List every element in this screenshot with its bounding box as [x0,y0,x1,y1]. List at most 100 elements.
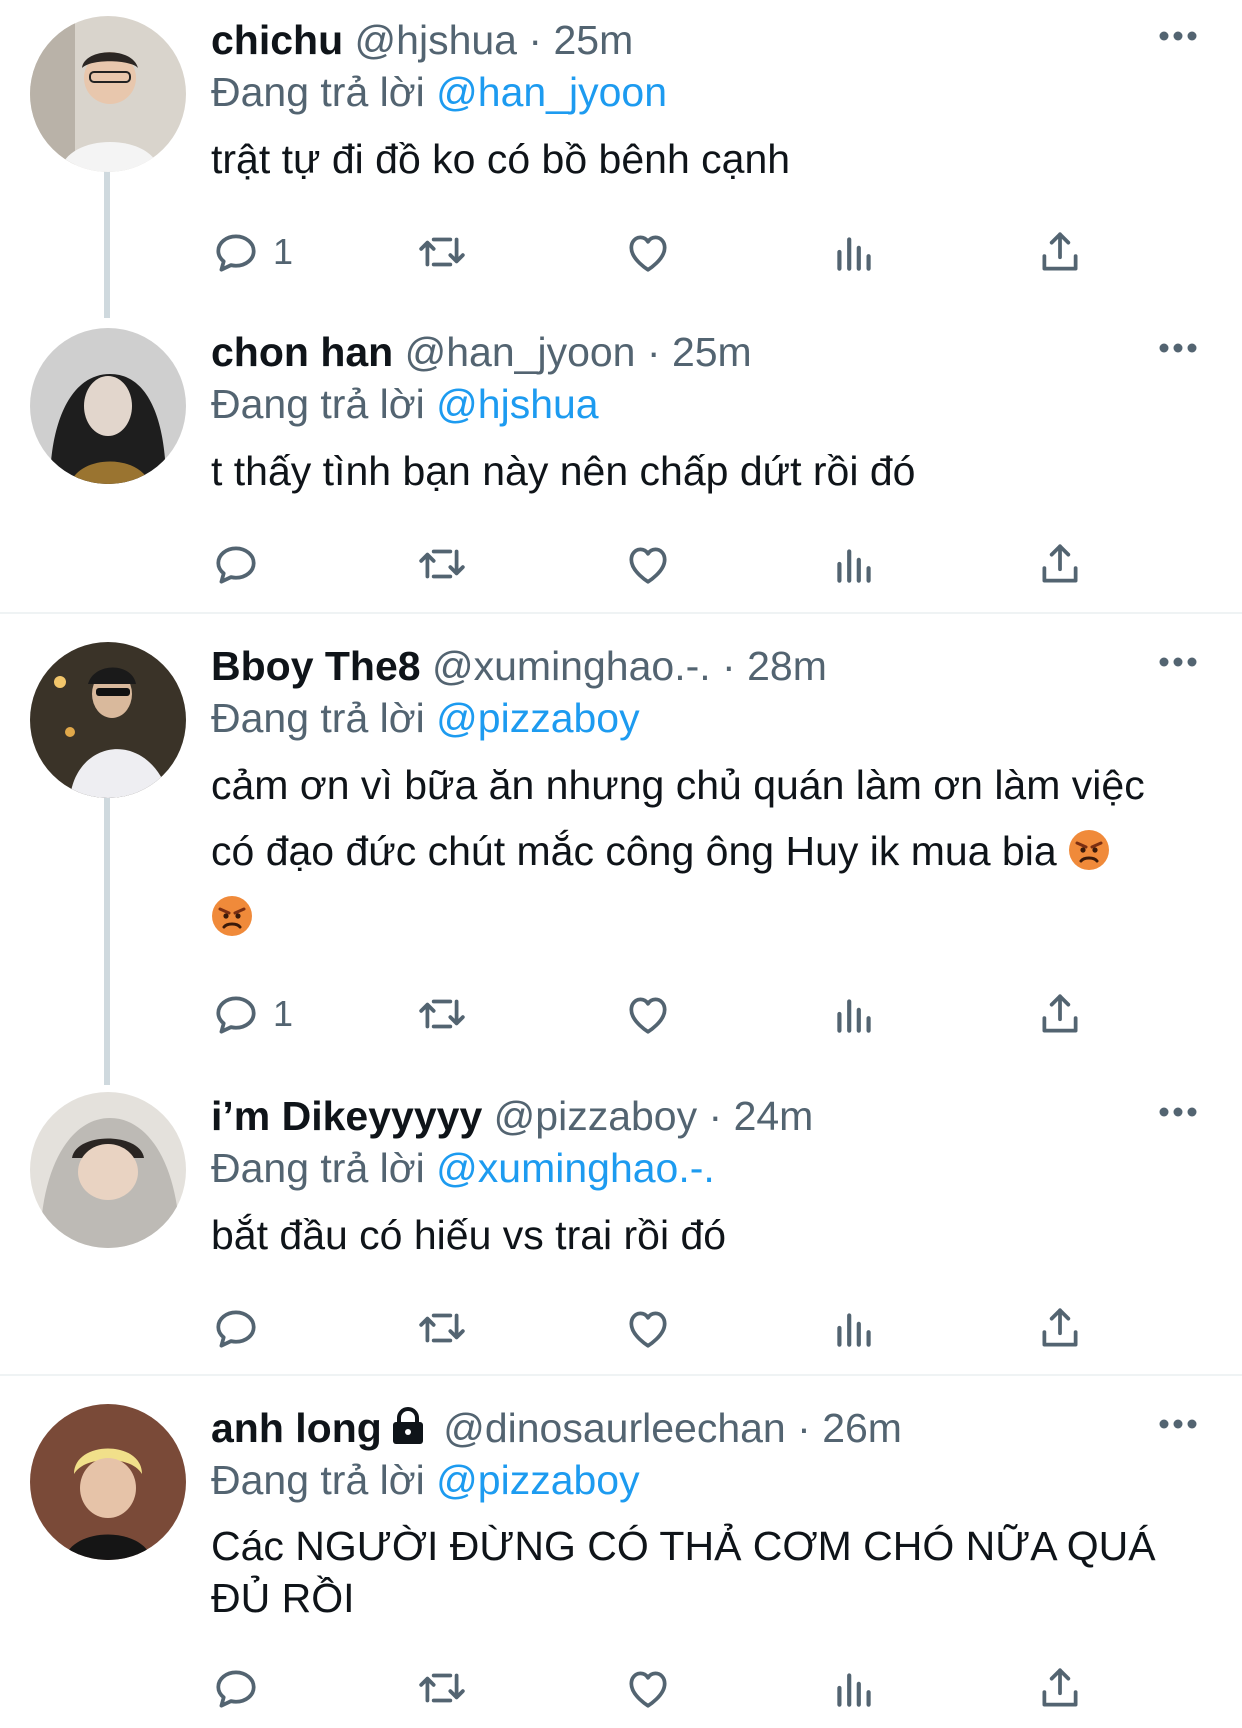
avatar[interactable] [30,1404,186,1560]
reply-button[interactable] [211,534,261,594]
timestamp[interactable]: 25m [553,17,633,63]
reply-prefix: Đang trả lời [211,1457,425,1503]
avatar[interactable] [30,1092,186,1248]
username[interactable]: @dinosaurleechan [443,1405,786,1451]
reply-button[interactable] [211,1298,261,1358]
reply-mention[interactable]: @pizzaboy [436,695,639,741]
analytics-icon [829,989,879,1039]
reply-mention[interactable]: @hjshua [436,381,598,427]
more-icon[interactable] [1158,342,1198,354]
like-button[interactable] [623,534,673,594]
timestamp[interactable]: 26m [822,1405,902,1451]
separator-dot: · [797,1405,811,1451]
replying-to: Đang trả lời @pizzaboy [211,692,1201,744]
retweet-icon [417,1663,467,1713]
share-icon [1035,989,1085,1039]
reply-prefix: Đang trả lời [211,381,425,427]
avatar[interactable] [30,16,186,172]
tweet-content: chon han @han_jyoon · 25m Đang trả lời @… [211,326,1201,504]
tweet[interactable]: chichu @hjshua · 25m Đang trả lời @han_j… [0,0,1242,310]
like-icon [623,1663,673,1713]
timestamp[interactable]: 24m [734,1093,814,1139]
analytics-button[interactable] [829,984,879,1044]
analytics-icon [829,539,879,589]
analytics-icon [829,227,879,277]
analytics-button[interactable] [829,1298,879,1358]
share-icon [1035,539,1085,589]
display-name[interactable]: i’m Dikeyyyyy [211,1093,482,1139]
reply-mention[interactable]: @han_jyoon [436,69,667,115]
like-button[interactable] [623,1658,673,1718]
tweet-content: i’m Dikeyyyyy @pizzaboy · 24m Đang trả l… [211,1090,1201,1268]
share-button[interactable] [1035,984,1085,1044]
display-name[interactable]: anh long [211,1405,382,1451]
username[interactable]: @pizzaboy [494,1093,697,1139]
display-name[interactable]: chon han [211,329,393,375]
reply-mention[interactable]: @pizzaboy [436,1457,639,1503]
username[interactable]: @hjshua [355,17,517,63]
reply-count: 1 [273,231,294,272]
like-icon [623,539,673,589]
tweet-actions [211,1658,1111,1718]
share-button[interactable] [1035,1298,1085,1358]
tweet-header: Bboy The8 @xuminghao.-. · 28m [211,640,1201,692]
share-button[interactable] [1035,222,1085,282]
retweet-button[interactable] [417,984,467,1044]
tweet-text: bắt đầu có hiếu vs trai rồi đó [211,1212,727,1258]
divider [0,612,1242,614]
more-icon[interactable] [1158,30,1198,42]
tweet[interactable]: Bboy The8 @xuminghao.-. · 28m Đang trả l… [0,626,1242,1076]
display-name[interactable]: chichu [211,17,343,63]
more-icon[interactable] [1158,1106,1198,1118]
reply-icon [211,227,261,277]
like-button[interactable] [623,984,673,1044]
retweet-button[interactable] [417,1658,467,1718]
angry-face-emoji [211,895,253,937]
analytics-button[interactable] [829,1658,879,1718]
share-button[interactable] [1035,534,1085,594]
tweet-text: Các NGƯỜI ĐỪNG CÓ THẢ CƠM CHÓ NỮA QUÁ ĐỦ… [211,1520,1201,1624]
avatar[interactable] [30,642,186,798]
analytics-icon [829,1663,879,1713]
reply-mention[interactable]: @xuminghao.-. [436,1145,715,1191]
like-button[interactable] [623,1298,673,1358]
like-button[interactable] [623,222,673,282]
more-icon[interactable] [1158,656,1198,668]
reply-prefix: Đang trả lời [211,69,425,115]
tweet-text-line-2: có đạo đức chút mắc công ông Huy ik mua … [211,828,1057,874]
reply-button[interactable] [211,1658,261,1718]
retweet-button[interactable] [417,1298,467,1358]
tweet[interactable]: i’m Dikeyyyyy @pizzaboy · 24m Đang trả l… [0,1076,1242,1376]
tweet-text-line: có đạo đức chút mắc công ông Huy ik mua … [211,818,1201,884]
share-icon [1035,227,1085,277]
tweet-actions [211,1298,1111,1358]
retweet-icon [417,1303,467,1353]
tweet-content: anh long @dinosaurleechan · 26m Đang trả… [211,1402,1201,1624]
retweet-button[interactable] [417,222,467,282]
more-icon[interactable] [1158,1418,1198,1430]
username[interactable]: @han_jyoon [405,329,636,375]
like-icon [623,227,673,277]
separator-dot: · [708,1093,723,1139]
reply-button[interactable]: 1 [211,984,293,1044]
tweet[interactable]: anh long @dinosaurleechan · 26m Đang trả… [0,1388,1242,1728]
username[interactable]: @xuminghao.-. [432,643,711,689]
analytics-button[interactable] [829,222,879,282]
timestamp[interactable]: 25m [672,329,752,375]
tweet-content: Bboy The8 @xuminghao.-. · 28m Đang trả l… [211,640,1201,950]
tweet-header: chon han @han_jyoon · 25m [211,326,1201,378]
tweet-actions: 1 [211,984,1111,1044]
display-name[interactable]: Bboy The8 [211,643,421,689]
avatar[interactable] [30,328,186,484]
replying-to: Đang trả lời @hjshua [211,378,1201,430]
tweet-text-line: Các NGƯỜI ĐỪNG CÓ THẢ CƠM CHÓ NỮA QUÁ [211,1523,1156,1569]
analytics-button[interactable] [829,534,879,594]
timestamp[interactable]: 28m [747,643,827,689]
reply-button[interactable]: 1 [211,222,293,282]
share-icon [1035,1663,1085,1713]
tweet[interactable]: chon han @han_jyoon · 25m Đang trả lời @… [0,312,1242,612]
tweet-text-line: ĐỦ RỒI [211,1575,355,1621]
retweet-button[interactable] [417,534,467,594]
share-button[interactable] [1035,1658,1085,1718]
tweet-text-line [211,884,1201,950]
